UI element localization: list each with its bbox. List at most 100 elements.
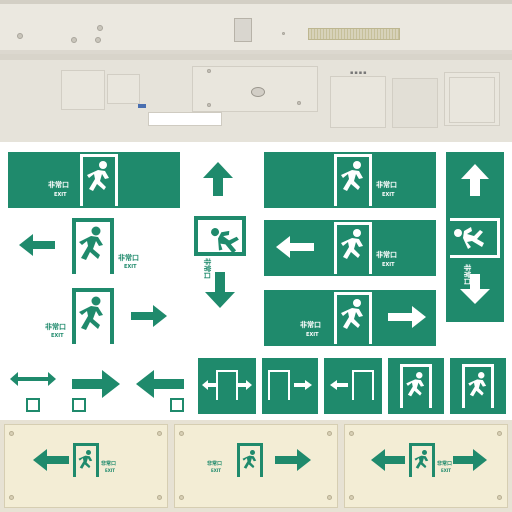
sign-label-ja: 非常口: [45, 323, 66, 331]
arrow-left-icon: [33, 449, 69, 471]
door-icon: [334, 292, 372, 344]
indicator-led: [138, 104, 146, 108]
door-icon: [400, 364, 432, 408]
exit-sign-square-left: [324, 358, 382, 414]
lower-fixture-strip: ▪▪▪▪: [0, 60, 512, 142]
marking-row: ▪▪▪▪: [350, 70, 368, 76]
running-person-icon: [454, 227, 484, 249]
exit-sign-square-both: [198, 358, 256, 414]
sign-label-en: EXIT: [105, 468, 116, 473]
exit-sign-wide: 非常口 EXIT: [264, 152, 436, 208]
running-person-icon: [87, 161, 109, 191]
door-icon: [409, 443, 435, 477]
mount-slot: [330, 76, 386, 128]
screw-icon: [97, 25, 103, 31]
arrow-right-icon: [294, 380, 312, 390]
running-person-icon: [406, 372, 425, 397]
rivet-icon: [9, 495, 14, 500]
exit-sign-square: [388, 358, 444, 414]
mount-plate: [192, 66, 318, 112]
sign-label-ja: 非常口: [118, 254, 139, 262]
arrow-left-icon: [371, 449, 405, 471]
mount-slot: [107, 74, 140, 104]
sign-label-ja: 非常口: [101, 461, 117, 467]
cream-panel-strip: 非常口 EXIT 非常口 EXIT 非常口 EXIT: [0, 420, 512, 512]
door-small-icon: [72, 398, 86, 412]
arrow-down-icon: [460, 274, 490, 304]
sign-label-ja: 非常口: [300, 321, 321, 329]
connector-box: [234, 18, 252, 42]
arrow-left-icon: [19, 234, 55, 256]
arrow-left-icon: [202, 380, 216, 390]
door-icon: [268, 370, 290, 400]
screw-icon: [207, 69, 211, 73]
running-person-icon: [468, 372, 487, 397]
sign-label-en: EXIT: [382, 192, 395, 198]
running-person-icon: [414, 450, 429, 469]
exit-sign-wide: 非常口 EXIT: [8, 152, 180, 208]
door-icon: [72, 288, 114, 344]
running-person-icon: [242, 450, 257, 469]
rivet-icon: [157, 495, 162, 500]
exit-sign-square: [450, 358, 506, 414]
arrow-right-icon: [275, 449, 311, 471]
arrow-up-icon: [461, 164, 489, 196]
sign-label-ja: 非常口: [376, 181, 397, 189]
fixture-texture-panel: ▪▪▪▪: [0, 0, 512, 142]
door-icon: [334, 154, 372, 206]
knob-icon: [251, 87, 265, 97]
rivet-icon: [497, 495, 502, 500]
sign-label-en: EXIT: [124, 264, 137, 270]
sign-label-ja: 非常口: [48, 181, 69, 189]
exit-sign-wide-left: 非常口 EXIT: [264, 220, 436, 276]
door-icon: [73, 443, 99, 477]
sign-label-ja: 非常口: [207, 461, 223, 467]
rivet-icon: [349, 495, 354, 500]
door-icon: [237, 443, 263, 477]
door-icon: [72, 218, 114, 274]
exit-sign-wide-right: 非常口 EXIT: [264, 290, 436, 346]
screw-icon: [207, 103, 211, 107]
door-icon: [80, 154, 118, 206]
exit-sign-vertical: 非常口: [446, 152, 504, 322]
vent-grill: [308, 28, 400, 40]
rivet-icon: [179, 431, 184, 436]
sign-label-ja: 非常口: [376, 251, 397, 259]
screw-icon: [297, 101, 301, 105]
rivet-icon: [179, 495, 184, 500]
sign-label-ja: 非常口: [437, 461, 453, 467]
arrow-right-icon: [453, 449, 487, 471]
sign-label-en: EXIT: [306, 332, 319, 338]
mount-slot: [61, 70, 105, 110]
exit-sign-square-right: [262, 358, 318, 414]
arrow-right-icon: [388, 306, 426, 328]
arrow-left-icon: [330, 380, 348, 390]
sign-label-en: EXIT: [382, 262, 395, 268]
arrow-up-icon: [203, 162, 233, 196]
door-icon: [334, 222, 372, 274]
door-icon: [216, 370, 238, 400]
running-person-icon: [79, 226, 103, 260]
rivet-icon: [157, 431, 162, 436]
door-icon: [194, 216, 246, 256]
sign-label-en: EXIT: [211, 468, 222, 473]
label-plate: [148, 112, 222, 126]
cream-panel: 非常口 EXIT: [174, 424, 338, 508]
rivet-icon: [9, 431, 14, 436]
arrow-down-icon: [205, 272, 235, 308]
rivet-icon: [497, 431, 502, 436]
rivet-icon: [327, 431, 332, 436]
sign-label-en: EXIT: [441, 468, 452, 473]
inner-slot: [449, 77, 495, 123]
running-person-icon: [211, 228, 239, 254]
screw-icon: [282, 32, 285, 35]
door-icon: [450, 218, 500, 258]
rivet-icon: [327, 495, 332, 500]
screw-icon: [17, 33, 23, 39]
arrow-right-icon: [238, 380, 252, 390]
arrow-left-icon: [136, 370, 184, 398]
arrow-right-icon: [131, 305, 167, 327]
rivet-icon: [349, 431, 354, 436]
cream-panel: 非常口 EXIT: [344, 424, 508, 508]
arrow-right-icon: [72, 370, 120, 398]
